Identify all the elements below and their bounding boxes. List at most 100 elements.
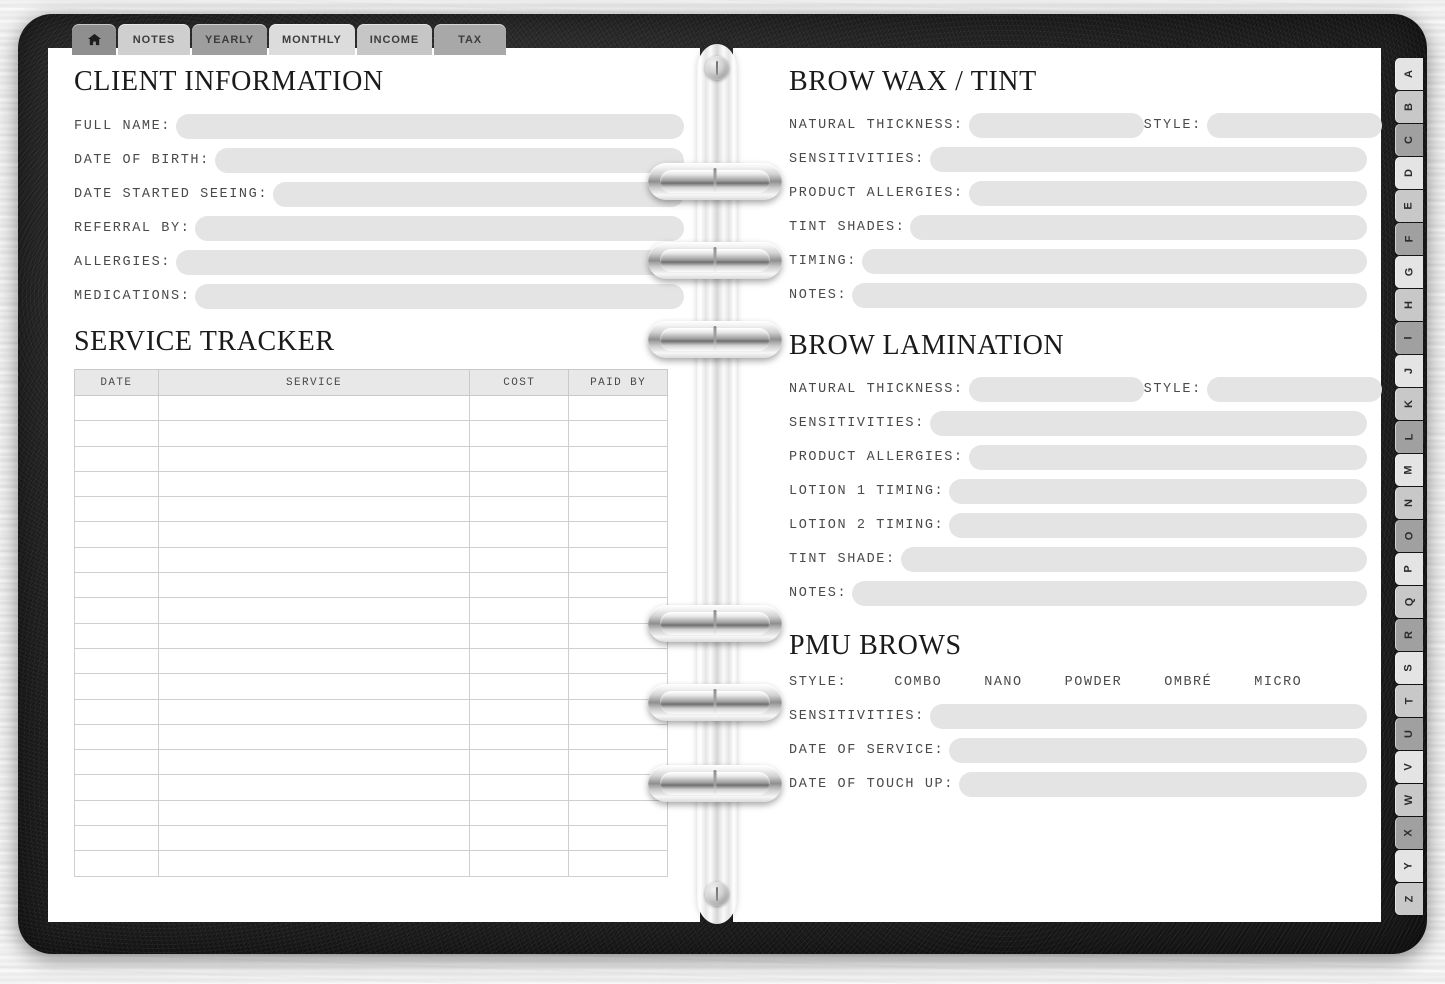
- table-cell-date[interactable]: [74, 774, 159, 801]
- table-cell-date[interactable]: [74, 420, 159, 447]
- table-cell-cost[interactable]: [469, 749, 570, 776]
- top-tab-home[interactable]: [72, 24, 116, 55]
- alphabet-tab-x[interactable]: X: [1395, 817, 1423, 849]
- table-cell-paid-by[interactable]: [568, 850, 668, 877]
- table-cell-cost[interactable]: [469, 496, 570, 523]
- alphabet-tab-b[interactable]: B: [1395, 91, 1423, 123]
- field-input-natural-thickness[interactable]: [968, 377, 1144, 402]
- field-input-style[interactable]: [1206, 377, 1382, 402]
- table-cell-service[interactable]: [157, 698, 471, 725]
- table-cell-date[interactable]: [74, 521, 159, 548]
- field-input-sensitivities[interactable]: [929, 411, 1367, 436]
- table-cell-paid-by[interactable]: [568, 723, 668, 751]
- table-cell-date[interactable]: [74, 723, 159, 751]
- alphabet-tab-f[interactable]: F: [1395, 223, 1423, 255]
- table-cell-cost[interactable]: [469, 850, 570, 877]
- table-cell-paid-by[interactable]: [568, 546, 668, 574]
- top-tab-yearly[interactable]: YEARLY: [192, 24, 268, 55]
- table-cell-paid-by[interactable]: [568, 799, 668, 827]
- alphabet-tab-e[interactable]: E: [1395, 190, 1423, 222]
- alphabet-tab-o[interactable]: O: [1395, 520, 1423, 552]
- table-cell-cost[interactable]: [469, 445, 570, 472]
- table-cell-service[interactable]: [157, 673, 471, 700]
- table-cell-service[interactable]: [157, 394, 471, 422]
- alphabet-tab-k[interactable]: K: [1395, 388, 1423, 420]
- table-cell-service[interactable]: [157, 445, 471, 472]
- table-cell-paid-by[interactable]: [568, 825, 668, 852]
- alphabet-tab-l[interactable]: L: [1395, 421, 1423, 453]
- alphabet-tab-j[interactable]: J: [1395, 355, 1423, 387]
- field-input-date-of-birth[interactable]: [214, 148, 684, 173]
- alphabet-tab-h[interactable]: H: [1395, 289, 1423, 321]
- field-input-date-started-seeing[interactable]: [273, 182, 684, 207]
- table-cell-date[interactable]: [74, 470, 159, 498]
- table-cell-service[interactable]: [157, 420, 471, 447]
- field-input-timing[interactable]: [861, 249, 1367, 274]
- alphabet-tab-m[interactable]: M: [1395, 454, 1423, 486]
- table-cell-date[interactable]: [74, 647, 159, 675]
- table-cell-cost[interactable]: [469, 470, 570, 498]
- field-input-date-of-touch-up[interactable]: [958, 772, 1367, 797]
- table-cell-cost[interactable]: [469, 673, 570, 700]
- table-cell-paid-by[interactable]: [568, 445, 668, 472]
- table-cell-service[interactable]: [157, 723, 471, 751]
- table-cell-cost[interactable]: [469, 521, 570, 548]
- table-cell-paid-by[interactable]: [568, 470, 668, 498]
- alphabet-tab-t[interactable]: T: [1395, 685, 1423, 717]
- table-cell-cost[interactable]: [469, 546, 570, 574]
- alphabet-tab-w[interactable]: W: [1395, 784, 1423, 816]
- alphabet-tab-d[interactable]: D: [1395, 157, 1423, 189]
- table-cell-service[interactable]: [157, 774, 471, 801]
- field-input-referral-by[interactable]: [195, 216, 684, 241]
- table-cell-date[interactable]: [74, 496, 159, 523]
- field-input-medications[interactable]: [195, 284, 684, 309]
- alphabet-tab-v[interactable]: V: [1395, 751, 1423, 783]
- table-cell-service[interactable]: [157, 572, 471, 599]
- table-cell-date[interactable]: [74, 597, 159, 624]
- table-cell-cost[interactable]: [469, 799, 570, 827]
- table-cell-paid-by[interactable]: [568, 496, 668, 523]
- table-cell-service[interactable]: [157, 597, 471, 624]
- table-cell-paid-by[interactable]: [568, 572, 668, 599]
- field-input-notes[interactable]: [852, 283, 1367, 308]
- table-cell-cost[interactable]: [469, 420, 570, 447]
- pmu-style-option-nano[interactable]: NANO: [984, 675, 1022, 690]
- table-cell-service[interactable]: [157, 647, 471, 675]
- field-input-sensitivities[interactable]: [929, 704, 1367, 729]
- field-input-style[interactable]: [1206, 113, 1382, 138]
- pmu-style-option-ombr[interactable]: OMBRÉ: [1164, 675, 1212, 690]
- field-input-lotion-1-timing[interactable]: [949, 479, 1367, 504]
- table-cell-date[interactable]: [74, 572, 159, 599]
- table-cell-service[interactable]: [157, 546, 471, 574]
- table-cell-cost[interactable]: [469, 647, 570, 675]
- table-cell-service[interactable]: [157, 850, 471, 877]
- field-input-date-of-service[interactable]: [949, 738, 1367, 763]
- top-tab-notes[interactable]: NOTES: [118, 24, 190, 55]
- field-input-lotion-2-timing[interactable]: [949, 513, 1367, 538]
- table-cell-service[interactable]: [157, 799, 471, 827]
- alphabet-tab-s[interactable]: S: [1395, 652, 1423, 684]
- alphabet-tab-a[interactable]: A: [1395, 58, 1423, 90]
- alphabet-tab-c[interactable]: C: [1395, 124, 1423, 156]
- top-tab-income[interactable]: INCOME: [356, 24, 433, 55]
- table-cell-date[interactable]: [74, 622, 159, 649]
- pmu-style-option-combo[interactable]: COMBO: [894, 675, 942, 690]
- alphabet-tab-q[interactable]: Q: [1395, 586, 1423, 618]
- table-cell-date[interactable]: [74, 698, 159, 725]
- alphabet-tab-n[interactable]: N: [1395, 487, 1423, 519]
- alphabet-tab-i[interactable]: I: [1395, 322, 1423, 354]
- field-input-allergies[interactable]: [176, 250, 684, 275]
- table-cell-date[interactable]: [74, 546, 159, 574]
- table-cell-date[interactable]: [74, 673, 159, 700]
- table-cell-paid-by[interactable]: [568, 521, 668, 548]
- field-input-natural-thickness[interactable]: [968, 113, 1144, 138]
- table-cell-cost[interactable]: [469, 723, 570, 751]
- table-cell-cost[interactable]: [469, 622, 570, 649]
- table-cell-paid-by[interactable]: [568, 420, 668, 447]
- table-cell-service[interactable]: [157, 622, 471, 649]
- pmu-style-option-micro[interactable]: MICRO: [1254, 675, 1302, 690]
- alphabet-tab-y[interactable]: Y: [1395, 850, 1423, 882]
- alphabet-tab-p[interactable]: P: [1395, 553, 1423, 585]
- table-cell-cost[interactable]: [469, 774, 570, 801]
- table-cell-cost[interactable]: [469, 597, 570, 624]
